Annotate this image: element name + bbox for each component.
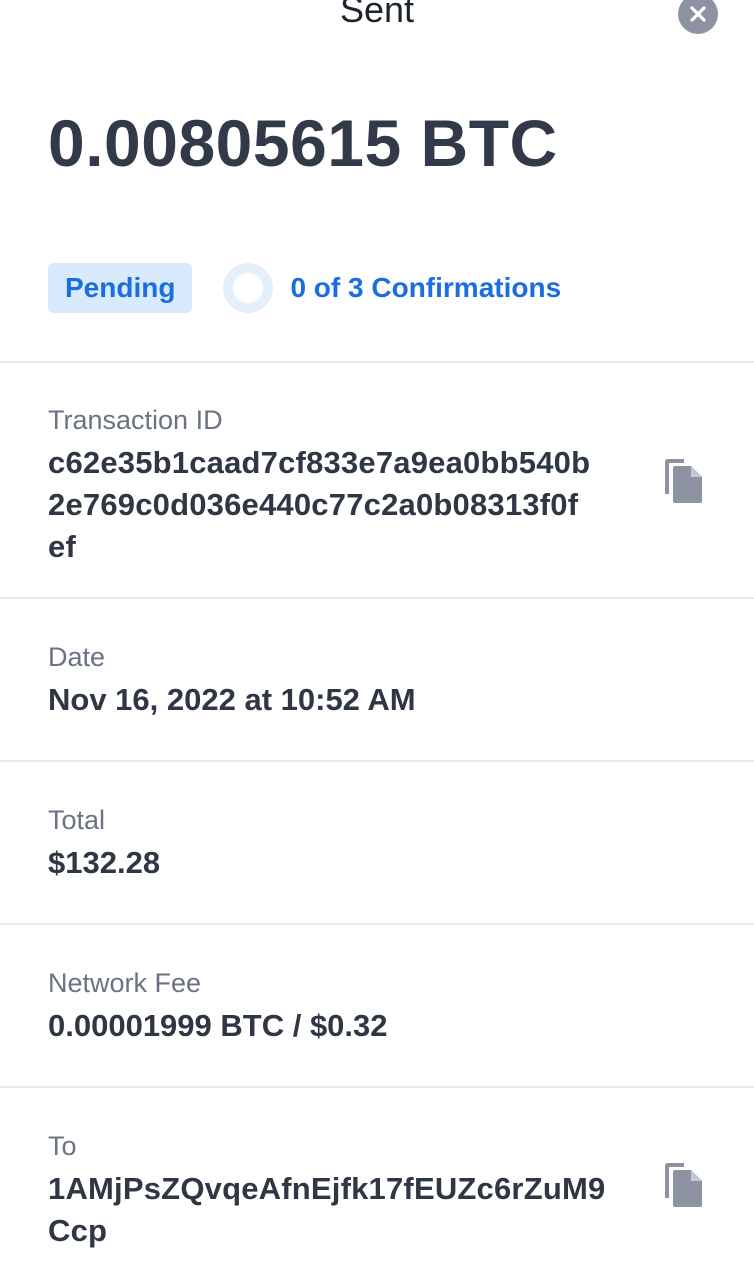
network-fee-section: Network Fee 0.00001999 BTC / $0.32 bbox=[48, 965, 706, 1047]
date-label: Date bbox=[48, 642, 106, 672]
transaction-id-label: Transaction ID bbox=[48, 405, 223, 435]
copy-icon bbox=[665, 1163, 702, 1207]
page-title: Sent bbox=[339, 0, 415, 30]
divider bbox=[0, 1086, 754, 1088]
transaction-id-line: c62e35b1caad7cf833e7a9ea0bb540b bbox=[48, 445, 591, 480]
date-value: Nov 16, 2022 at 10:52 AM bbox=[48, 682, 416, 717]
to-address-line: 1AMjPsZQvqeAfnEjfk17fEUZc6rZuM9 bbox=[48, 1171, 606, 1206]
total-label: Total bbox=[48, 805, 106, 835]
total-value: $132.28 bbox=[48, 845, 161, 880]
confirmations-text: 0 of 3 Confirmations bbox=[290, 272, 562, 303]
amount: 0.00805615 BTC bbox=[48, 106, 558, 180]
transaction-id-section: Transaction ID c62e35b1caad7cf833e7a9ea0… bbox=[48, 402, 706, 568]
copy-icon bbox=[665, 459, 702, 503]
to-address-value[interactable]: 1AMjPsZQvqeAfnEjfk17fEUZc6rZuM9 Ccp bbox=[48, 1168, 706, 1252]
transaction-id-line: ef bbox=[48, 529, 76, 564]
transaction-id-line: 2e769c0d036e440c77c2a0b08313f0f bbox=[48, 487, 579, 522]
date-section: Date Nov 16, 2022 at 10:52 AM bbox=[48, 639, 706, 721]
divider bbox=[0, 597, 754, 599]
copy-transaction-id-button[interactable] bbox=[662, 458, 706, 504]
close-icon bbox=[690, 6, 706, 22]
header: Sent bbox=[0, 0, 754, 40]
network-fee-value: 0.00001999 BTC / $0.32 bbox=[48, 1008, 388, 1043]
status-row: Pending 0 of 3 Confirmations bbox=[48, 262, 561, 314]
divider bbox=[0, 760, 754, 762]
to-section: To 1AMjPsZQvqeAfnEjfk17fEUZc6rZuM9 Ccp bbox=[48, 1128, 706, 1252]
copy-address-button[interactable] bbox=[662, 1162, 706, 1208]
confirmation-progress-ring bbox=[223, 263, 274, 313]
transaction-detail-screen: Sent 0.00805615 BTC Pending 0 of 3 Confi… bbox=[0, 0, 754, 1280]
total-section: Total $132.28 bbox=[48, 802, 706, 884]
status-badge: Pending bbox=[48, 263, 193, 313]
divider bbox=[0, 361, 754, 363]
divider bbox=[0, 923, 754, 925]
network-fee-label: Network Fee bbox=[48, 968, 202, 998]
transaction-id-value[interactable]: c62e35b1caad7cf833e7a9ea0bb540b 2e769c0d… bbox=[48, 442, 706, 568]
to-label: To bbox=[48, 1131, 77, 1161]
to-address-line: Ccp bbox=[48, 1213, 108, 1248]
